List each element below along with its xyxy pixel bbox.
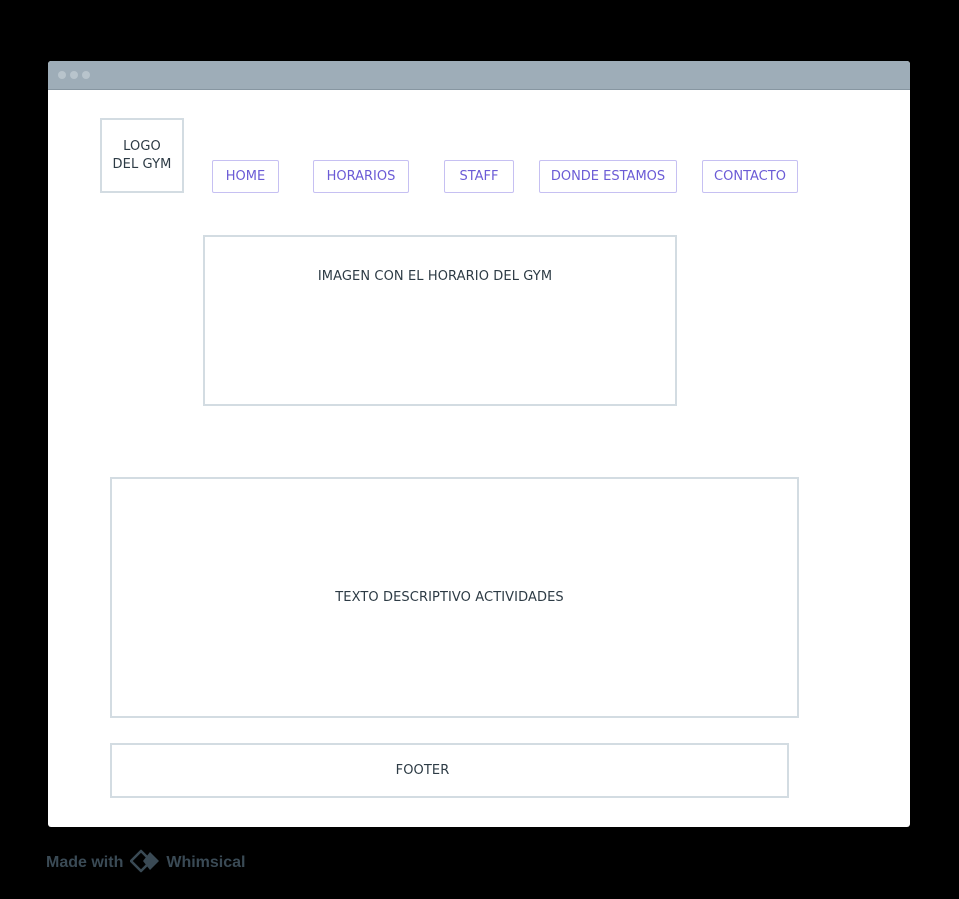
footer: FOOTER bbox=[110, 743, 789, 798]
brand-name: Whimsical bbox=[166, 854, 246, 871]
activities-description-section: TEXTO DESCRIPTIVO ACTIVIDADES bbox=[110, 477, 799, 718]
nav-horarios-button[interactable]: HORARIOS bbox=[313, 160, 409, 193]
nav-home-label: HOME bbox=[225, 169, 266, 184]
window-dot-icon bbox=[82, 71, 90, 79]
canvas: LOGO DEL GYM HOME HORARIOS STAFF DONDE E… bbox=[0, 0, 959, 899]
browser-window: LOGO DEL GYM HOME HORARIOS STAFF DONDE E… bbox=[48, 61, 910, 827]
window-titlebar bbox=[48, 61, 910, 90]
nav-horarios-label: HORARIOS bbox=[326, 169, 396, 184]
activities-description-label: TEXTO DESCRIPTIVO ACTIVIDADES bbox=[335, 590, 564, 605]
brand-prefix: Made with bbox=[46, 854, 124, 871]
schedule-image-placeholder: IMAGEN CON EL HORARIO DEL GYM bbox=[203, 235, 677, 406]
nav-contacto-button[interactable]: CONTACTO bbox=[702, 160, 798, 193]
logo-line-1: LOGO bbox=[123, 138, 161, 154]
made-with-whimsical-badge[interactable]: Made with Whimsical bbox=[46, 849, 246, 878]
logo-line-2: DEL GYM bbox=[112, 156, 172, 172]
schedule-image-label: IMAGEN CON EL HORARIO DEL GYM bbox=[317, 269, 553, 284]
nav-staff-button[interactable]: STAFF bbox=[444, 160, 514, 193]
gym-logo[interactable]: LOGO DEL GYM bbox=[100, 118, 184, 193]
footer-label: FOOTER bbox=[395, 763, 450, 778]
nav-home-button[interactable]: HOME bbox=[212, 160, 279, 193]
window-dot-icon bbox=[70, 71, 78, 79]
nav-donde-estamos-label: DONDE ESTAMOS bbox=[550, 169, 666, 184]
whimsical-diamond-icon bbox=[130, 849, 162, 878]
nav-staff-label: STAFF bbox=[459, 169, 499, 184]
window-dot-icon bbox=[58, 71, 66, 79]
nav-contacto-label: CONTACTO bbox=[714, 169, 786, 184]
nav-donde-estamos-button[interactable]: DONDE ESTAMOS bbox=[539, 160, 677, 193]
